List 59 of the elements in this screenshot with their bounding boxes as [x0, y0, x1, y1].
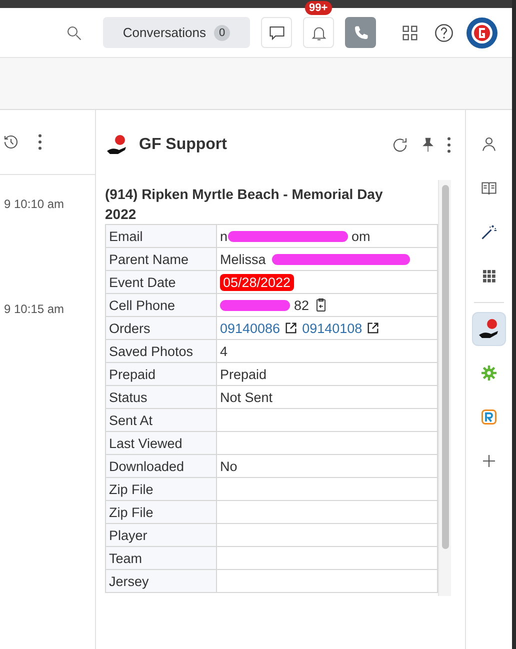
field-label: Prepaid [106, 362, 216, 386]
avatar-logo-icon[interactable] [466, 16, 498, 48]
cell-text: om [352, 228, 370, 244]
conversations-button[interactable]: Conversations 0 [103, 17, 250, 48]
hand-logo-icon [477, 317, 501, 341]
redaction-bar [220, 300, 290, 310]
more-options-icon[interactable] [447, 137, 451, 153]
field-label: Team [106, 546, 216, 570]
field-label: Zip File [106, 500, 216, 524]
magic-wand-icon [480, 223, 498, 241]
field-label: Cell Phone [106, 294, 216, 316]
external-link-icon [366, 321, 380, 335]
field-label: Parent Name [106, 248, 216, 270]
field-label: Sent At [106, 408, 216, 432]
notifications-button[interactable] [303, 17, 334, 48]
cell-text: 4 [220, 344, 228, 358]
cell-text: Prepaid [220, 366, 267, 382]
chat-button[interactable] [261, 17, 292, 48]
refresh-icon[interactable] [391, 136, 409, 154]
field-label: Email [106, 224, 216, 248]
speech-bubble-icon [268, 24, 286, 42]
gear-icon [480, 364, 498, 382]
message-time: 9 10:10 am [3, 197, 64, 211]
person-icon [480, 135, 498, 153]
field-label: Last Viewed [106, 432, 216, 454]
cell-text: Melissa [220, 252, 266, 266]
external-link-icon [284, 321, 298, 335]
book-icon [480, 179, 498, 197]
plus-icon [480, 452, 498, 470]
field-label: Player [106, 524, 216, 546]
message-time: 9 10:15 am [3, 302, 64, 316]
search-icon [65, 24, 83, 42]
scrollbar[interactable] [438, 180, 451, 596]
order-link[interactable]: 09140108 [302, 320, 362, 336]
field-label: Status [106, 386, 216, 408]
event-date-badge: 05/28/2022 [220, 274, 294, 290]
phone-button[interactable] [345, 17, 376, 48]
field-label: Zip File [106, 478, 216, 500]
more-options-icon[interactable] [38, 134, 42, 150]
conversation-count: 0 [214, 24, 230, 40]
help-icon[interactable] [434, 22, 454, 42]
field-label: Event Date [106, 270, 216, 294]
record-title: (914) Ripken Myrtle Beach - Memorial Day 2022 [105, 185, 384, 224]
field-label: Saved Photos [106, 340, 216, 362]
app-title: GF Support [139, 136, 228, 154]
cell-text: n [220, 228, 228, 244]
order-link[interactable]: 09140086 [220, 320, 280, 336]
cell-text: Not Sent [220, 390, 273, 404]
field-label: Jersey [106, 570, 216, 592]
grid-icon [480, 267, 498, 285]
r-logo-icon [480, 408, 498, 426]
field-label: Orders [106, 316, 216, 340]
sidebar-app-button[interactable] [473, 313, 505, 345]
field-label: Downloaded [106, 454, 216, 478]
cell-text: No [220, 458, 238, 474]
hand-logo-icon [105, 133, 129, 157]
history-icon [2, 133, 20, 151]
notification-badge: 99+ [305, 1, 332, 15]
cell-text: 82 [294, 298, 310, 312]
